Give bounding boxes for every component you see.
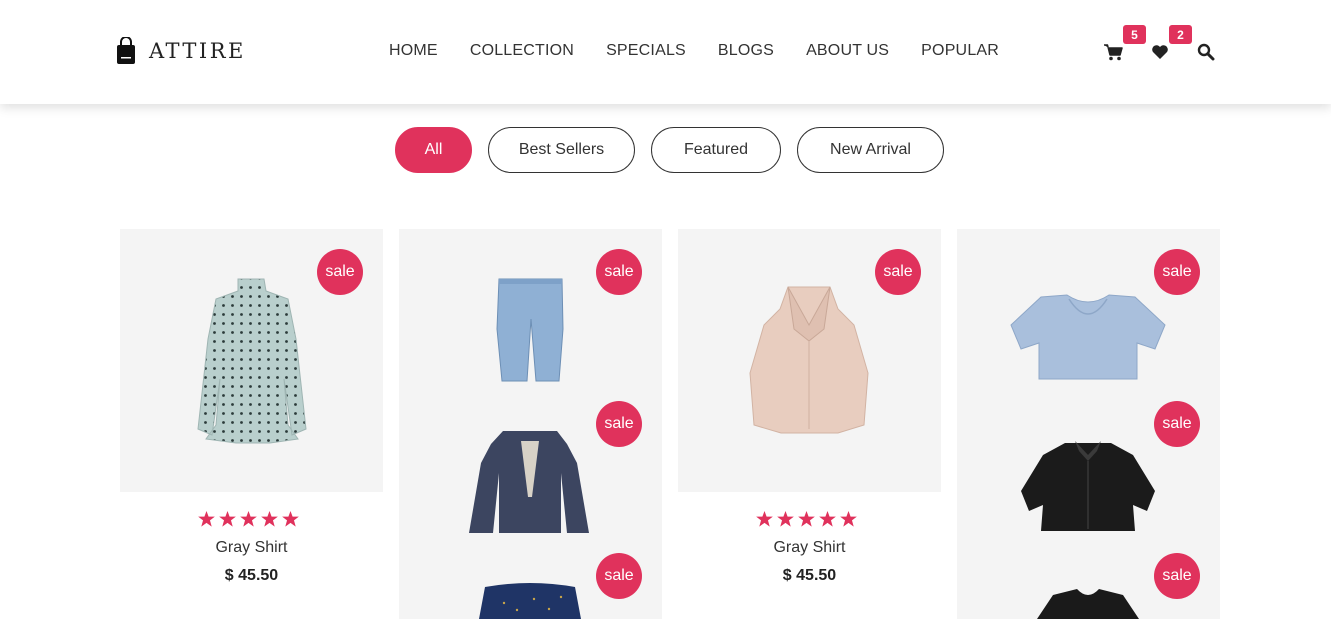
nav-home[interactable]: HOME <box>389 42 438 60</box>
nav-about-us[interactable]: ABOUT US <box>806 42 889 60</box>
product-filter-tabs: All Best Sellers Featured New Arrival <box>395 127 960 173</box>
star-icon <box>240 511 257 527</box>
star-icon <box>777 511 794 527</box>
sale-badge: sale <box>1154 553 1200 599</box>
filter-featured[interactable]: Featured <box>651 127 781 173</box>
product-price: $ 45.50 <box>782 567 837 584</box>
search-button[interactable] <box>1196 42 1216 62</box>
sale-badge: sale <box>875 249 921 295</box>
main-nav: HOME COLLECTION SPECIALS BLOGS ABOUT US … <box>389 42 999 60</box>
star-icon <box>840 511 857 527</box>
star-icon <box>282 511 299 527</box>
heart-icon <box>1152 45 1168 59</box>
star-icon <box>198 511 215 527</box>
nav-popular[interactable]: POPULAR <box>921 42 999 60</box>
site-header: ATTIRE HOME COLLECTION SPECIALS BLOGS AB… <box>0 0 1331 104</box>
product-price: $ 45.50 <box>224 567 279 584</box>
stacked-product-column: sale sale sale <box>399 229 662 619</box>
wishlist-button[interactable] <box>1150 42 1170 62</box>
cart-icon <box>1103 43 1123 60</box>
sale-badge: sale <box>596 553 642 599</box>
star-icon <box>798 511 815 527</box>
sale-badge: sale <box>317 249 363 295</box>
brand-logo[interactable]: ATTIRE <box>116 37 246 65</box>
nav-blogs[interactable]: BLOGS <box>718 42 774 60</box>
product-image[interactable]: sale <box>678 229 941 492</box>
rating-stars <box>198 511 303 527</box>
star-icon <box>219 511 236 527</box>
sale-badge: sale <box>596 249 642 295</box>
star-icon <box>819 511 836 527</box>
filter-all[interactable]: All <box>395 127 472 173</box>
search-icon <box>1197 43 1215 61</box>
filter-new-arrival[interactable]: New Arrival <box>797 127 944 173</box>
product-name[interactable]: Gray Shirt <box>678 539 941 557</box>
star-icon <box>756 511 773 527</box>
product-image[interactable]: sale <box>120 229 383 492</box>
sale-badge: sale <box>596 401 642 447</box>
brand-name: ATTIRE <box>149 39 246 63</box>
cart-button[interactable] <box>1103 42 1123 62</box>
product-name[interactable]: Gray Shirt <box>120 539 383 557</box>
nav-specials[interactable]: SPECIALS <box>606 42 686 60</box>
wishlist-count-badge: 2 <box>1169 25 1192 44</box>
shopping-bag-icon <box>117 37 135 64</box>
nav-collection[interactable]: COLLECTION <box>470 42 574 60</box>
filter-best-sellers[interactable]: Best Sellers <box>488 127 635 173</box>
sale-badge: sale <box>1154 249 1200 295</box>
sale-badge: sale <box>1154 401 1200 447</box>
star-icon <box>261 511 278 527</box>
rating-stars <box>756 511 861 527</box>
stacked-product-column: sale sale sale <box>957 229 1220 619</box>
cart-count-badge: 5 <box>1123 25 1146 44</box>
